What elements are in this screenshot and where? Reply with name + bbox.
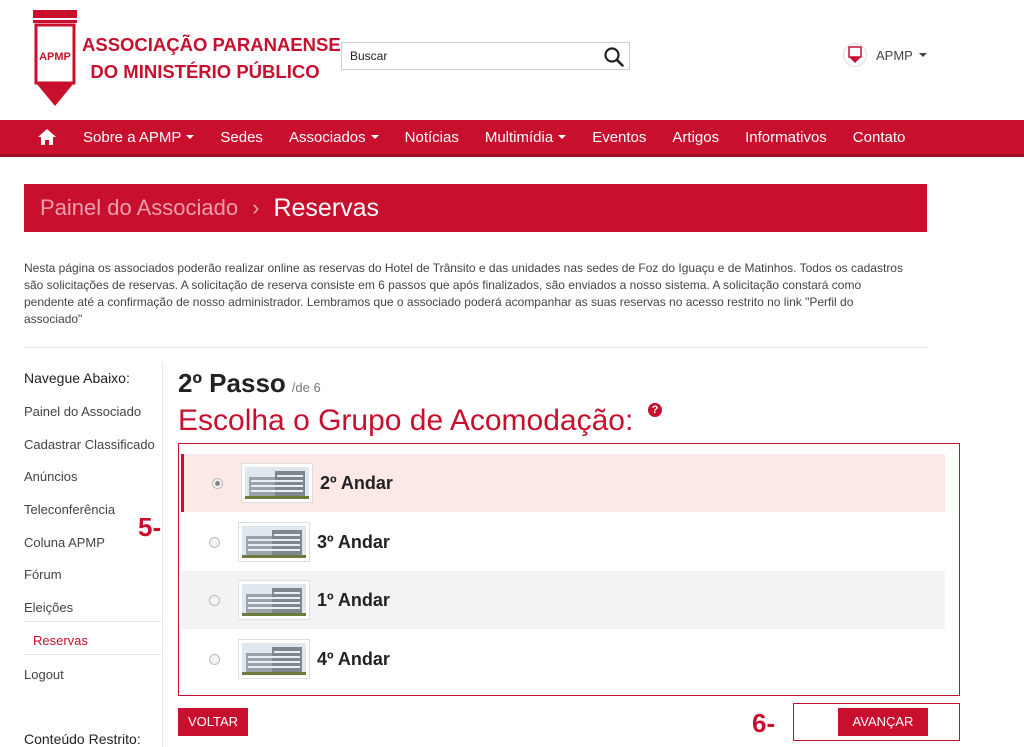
user-menu[interactable]: APMP: [843, 42, 927, 68]
radio-button[interactable]: [209, 653, 220, 665]
step-header: 2º Passo/de 6: [178, 368, 321, 399]
sidebar-item-anuncios[interactable]: Anúncios: [24, 469, 77, 484]
sidebar-item-cadastrar-classificado[interactable]: Cadastrar Classificado: [24, 437, 155, 452]
sidebar-item-painel[interactable]: Painel do Associado: [24, 404, 141, 419]
option-row[interactable]: 3º Andar: [181, 513, 945, 571]
sidebar-heading: Navegue Abaixo:: [24, 370, 130, 386]
logo-text: ASSOCIAÇÃO PARANAENSE DO MINISTÉRIO PÚBL…: [82, 31, 341, 85]
nav-label: Sobre a APMP: [83, 128, 182, 146]
option-label: 2º Andar: [320, 472, 393, 493]
nav-item-noticias[interactable]: Notícias: [405, 129, 459, 146]
intro-text: Nesta página os associados poderão reali…: [24, 261, 903, 326]
option-label: 4º Andar: [317, 648, 390, 669]
chevron-down-icon: [558, 135, 567, 139]
logo-mark-text: APMP: [39, 51, 71, 63]
user-avatar-icon: [843, 43, 867, 67]
breadcrumb-separator: ›: [252, 195, 260, 220]
help-icon[interactable]: ?: [648, 403, 662, 417]
radio-button[interactable]: [209, 594, 220, 606]
building-icon: [242, 584, 306, 616]
option-label: 3º Andar: [317, 531, 390, 552]
nav-item-eventos[interactable]: Eventos: [592, 129, 646, 146]
user-label: APMP: [876, 47, 913, 63]
sidebar-item-eleicoes[interactable]: Eleições: [24, 600, 73, 615]
nav-item-sobre[interactable]: Sobre a APMP: [83, 128, 195, 146]
sidebar-item-forum[interactable]: Fórum: [24, 567, 62, 582]
sidebar: Navegue Abaixo: Painel do Associado Cada…: [24, 362, 162, 747]
building-icon: [242, 526, 306, 558]
breadcrumb-parent[interactable]: Painel do Associado: [40, 195, 238, 221]
sidebar-restricted-heading: Conteúdo Restrito:: [24, 731, 141, 747]
building-icon: [242, 643, 306, 675]
nav-label: Artigos: [672, 128, 720, 146]
main-nav: Sobre a APMP Sedes Associados Notícias M…: [0, 120, 1024, 157]
sidebar-divider: [24, 654, 161, 655]
option-label: 1º Andar: [317, 589, 390, 610]
nav-item-associados[interactable]: Associados: [289, 129, 379, 146]
option-row[interactable]: 2º Andar: [181, 454, 945, 512]
nav-item-informativos[interactable]: Informativos: [745, 129, 827, 146]
option-row[interactable]: 4º Andar: [181, 630, 945, 688]
nav-label: Eventos: [592, 128, 647, 146]
nav-label: Contato: [852, 128, 906, 146]
logo[interactable]: APMP ASSOCIAÇÃO PARANAENSE DO MINISTÉRIO…: [32, 8, 341, 108]
building-thumbnail-icon: [238, 639, 310, 679]
radio-button[interactable]: [212, 477, 223, 489]
building-icon: [245, 467, 309, 499]
sidebar-item-logout[interactable]: Logout: [24, 667, 64, 682]
building-thumbnail-icon: [238, 580, 310, 620]
sidebar-separator: [162, 362, 163, 747]
radio-button[interactable]: [209, 536, 220, 548]
search-icon[interactable]: [603, 46, 625, 68]
group-title: Escolha o Grupo de Acomodação:: [178, 404, 634, 437]
next-button[interactable]: AVANÇAR: [838, 708, 928, 736]
logo-emblem-icon: APMP: [33, 10, 77, 106]
back-button[interactable]: VOLTAR: [178, 708, 248, 736]
logo-line2: DO MINISTÉRIO PÚBLICO: [90, 61, 320, 82]
sidebar-item-coluna[interactable]: Coluna APMP: [24, 535, 105, 550]
step-title: 2º Passo: [178, 368, 286, 398]
nav-item-artigos[interactable]: Artigos: [672, 129, 719, 146]
nav-label: Informativos: [745, 128, 827, 146]
page-title: Reservas: [273, 193, 380, 222]
chevron-down-icon: [186, 135, 195, 139]
accommodation-options: 2º Andar 3º Andar 1º Andar 4º Andar: [178, 443, 960, 696]
nav-label: Sedes: [220, 128, 263, 146]
annotation-5: 5-: [138, 512, 162, 542]
building-thumbnail-icon: [241, 463, 313, 503]
radio-selected-dot: [215, 480, 220, 486]
nav-item-contato[interactable]: Contato: [853, 129, 906, 146]
avatar-emblem-icon: [848, 46, 862, 63]
search-input[interactable]: [342, 43, 592, 69]
divider: [24, 347, 928, 348]
chevron-down-icon: [370, 135, 379, 139]
nav-item-multimidia[interactable]: Multimídia: [484, 128, 567, 146]
nav-label: Multimídia: [484, 128, 554, 146]
step-count: /de 6: [291, 380, 321, 395]
home-icon[interactable]: [37, 127, 57, 147]
nav-item-sedes[interactable]: Sedes: [220, 129, 263, 146]
chevron-down-icon: [918, 53, 927, 57]
option-row[interactable]: 1º Andar: [181, 571, 945, 629]
breadcrumb: Painel do Associado › Reservas: [24, 184, 927, 232]
search-box: [341, 42, 630, 70]
nav-label: Notícias: [404, 128, 459, 146]
annotation-6: 6-: [752, 708, 776, 738]
logo-line1: ASSOCIAÇÃO PARANAENSE: [82, 34, 341, 55]
nav-label: Associados: [288, 128, 366, 146]
building-thumbnail-icon: [238, 522, 310, 562]
sidebar-item-reservas[interactable]: Reservas: [33, 633, 88, 648]
sidebar-item-teleconferencia[interactable]: Teleconferência: [24, 502, 115, 517]
sidebar-divider: [24, 621, 161, 622]
